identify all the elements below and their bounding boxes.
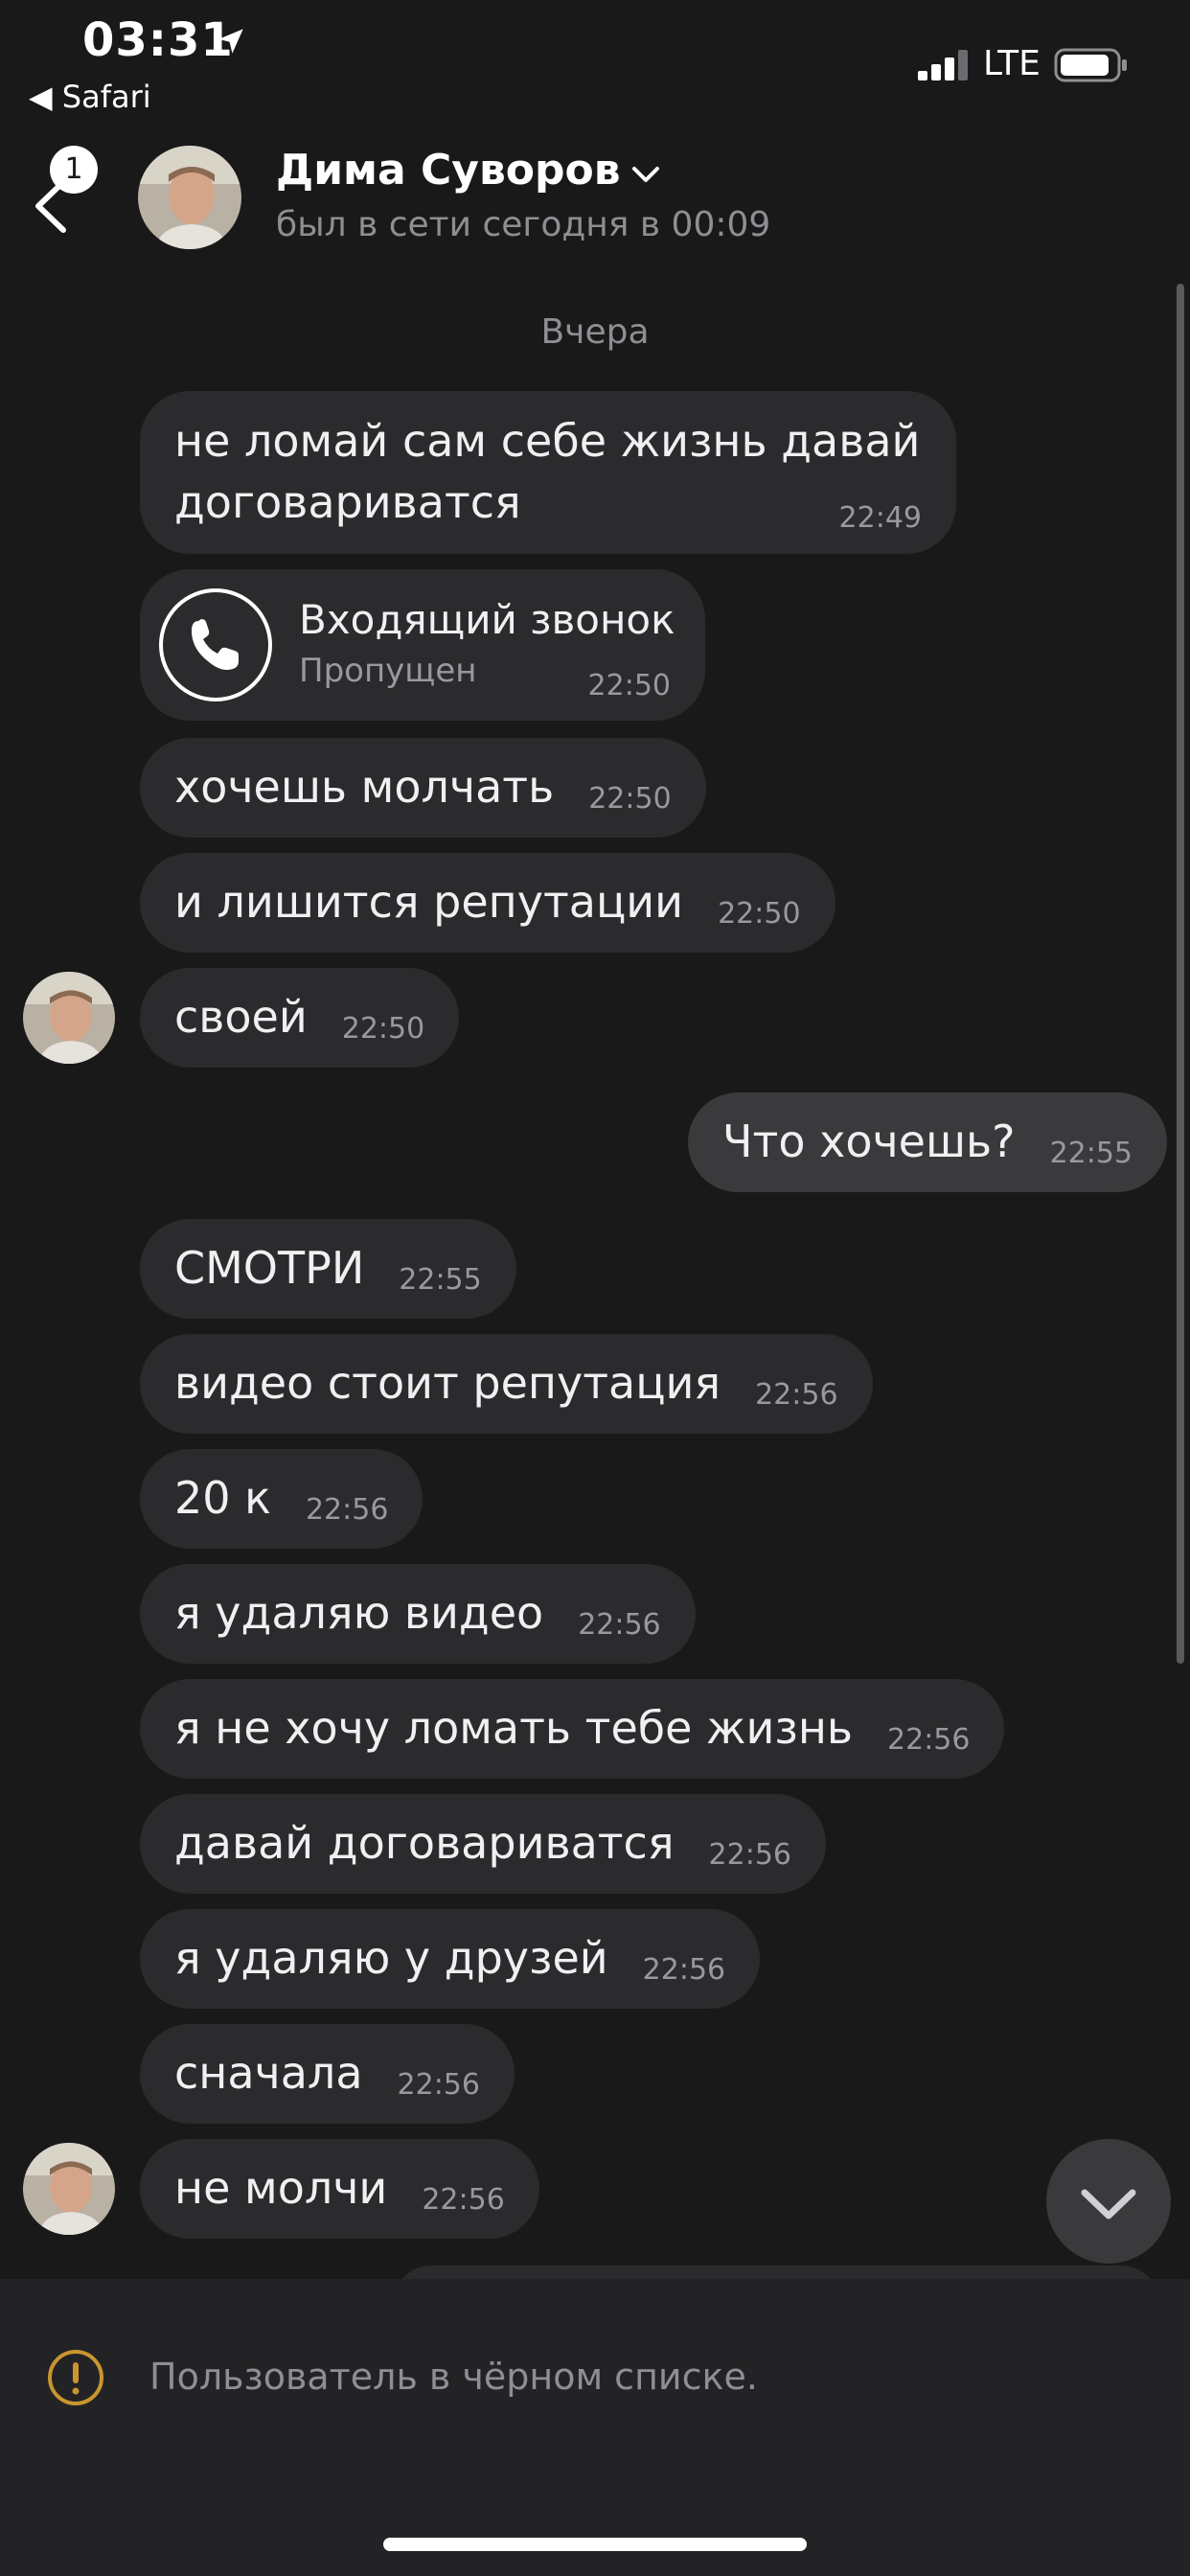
message-text: и лишится репутации (174, 876, 684, 928)
sender-avatar[interactable] (23, 2143, 115, 2235)
message-time: 22:55 (399, 1263, 482, 1297)
message-time: 22:56 (708, 1838, 791, 1872)
scroll-to-bottom-button[interactable] (1046, 2139, 1171, 2264)
chevron-down-icon[interactable] (629, 161, 663, 188)
message-bubble[interactable]: не молчи 22:56 (140, 2139, 539, 2239)
message-time: 22:56 (422, 2183, 505, 2217)
message-text: хочешь молчать (174, 761, 555, 813)
message-text: я не хочу ломать тебе жизнь (174, 1702, 854, 1754)
battery-icon (1054, 48, 1127, 82)
message-time: 22:56 (642, 1953, 726, 1987)
signal-icon (918, 50, 968, 80)
back-to-safari-link[interactable]: ◀ Safari (29, 79, 151, 115)
message-time: 22:56 (755, 1378, 838, 1412)
call-title: Входящий звонок (299, 596, 675, 643)
message-time: 22:56 (887, 1723, 971, 1757)
bottom-panel (0, 2279, 1190, 2576)
status-time: 03:31 (82, 13, 234, 67)
outgoing-message-bubble[interactable]: Что хочешь? 22:55 (688, 1092, 1168, 1192)
call-status: Пропущен (299, 652, 477, 690)
warning-icon (48, 2350, 103, 2405)
message-bubble[interactable]: давай договариватся 22:56 (140, 1794, 826, 1894)
message-time: 22:55 (1049, 1137, 1133, 1170)
blocked-notice: Пользователь в чёрном списке. (149, 2356, 758, 2398)
message-bubble[interactable]: видео стоит репутация 22:56 (140, 1334, 873, 1434)
message-text: 20 к (174, 1472, 271, 1524)
message-text: своей (174, 991, 308, 1043)
call-icon-circle (159, 588, 272, 702)
contact-avatar[interactable] (138, 146, 241, 249)
message-bubble[interactable]: хочешь молчать 22:50 (140, 738, 706, 838)
message-bubble[interactable]: я не хочу ломать тебе жизнь 22:56 (140, 1679, 1005, 1779)
message-time: 22:56 (305, 1493, 389, 1527)
message-bubble[interactable]: своей 22:50 (140, 968, 460, 1068)
message-bubble[interactable]: не ломай сам себе жизнь давай договарива… (140, 391, 956, 554)
message-text: не молчи (174, 2162, 388, 2214)
message-text: СМОТРИ (174, 1242, 365, 1294)
message-bubble[interactable]: я удаляю видео 22:56 (140, 1564, 696, 1664)
missed-call-bubble[interactable]: Входящий звонок Пропущен 22:50 (140, 569, 705, 721)
network-type: LTE (983, 44, 1041, 83)
message-text: давай договариватся (174, 1817, 675, 1869)
last-seen-status: был в сети сегодня в 00:09 (276, 205, 771, 244)
unread-badge: 1 (50, 146, 98, 194)
date-separator: Вчера (540, 312, 650, 352)
message-bubble[interactable]: и лишится репутации 22:50 (140, 853, 835, 953)
message-bubble[interactable]: СМОТРИ 22:55 (140, 1219, 516, 1319)
message-bubble[interactable]: 20 к 22:56 (140, 1449, 423, 1549)
message-time: 22:50 (587, 669, 671, 702)
scrollbar[interactable] (1177, 284, 1184, 1664)
message-bubble[interactable]: сначала 22:56 (140, 2024, 515, 2124)
message-time: 22:50 (718, 897, 801, 931)
location-arrow-icon (218, 29, 243, 54)
message-text: сначала (174, 2047, 363, 2099)
message-time: 22:50 (341, 1012, 425, 1046)
message-bubble[interactable]: я удаляю у друзей 22:56 (140, 1909, 761, 2009)
phone-icon (191, 619, 239, 670)
home-indicator[interactable] (383, 2538, 807, 2551)
message-time: 22:50 (588, 782, 672, 816)
contact-name[interactable]: Дима Суворов (276, 146, 621, 195)
message-time: 22:56 (578, 1608, 661, 1642)
message-text: не ломай сам себе жизнь давай договарива… (174, 415, 921, 528)
message-time: 22:49 (838, 501, 922, 535)
message-time: 22:56 (397, 2068, 480, 2102)
chevron-down-icon (1081, 2189, 1136, 2220)
message-text: Что хочешь? (722, 1116, 1016, 1167)
message-text: видео стоит репутация (174, 1357, 721, 1409)
message-text: я удаляю видео (174, 1587, 544, 1639)
sender-avatar[interactable] (23, 972, 115, 1064)
message-text: я удаляю у друзей (174, 1932, 608, 1984)
